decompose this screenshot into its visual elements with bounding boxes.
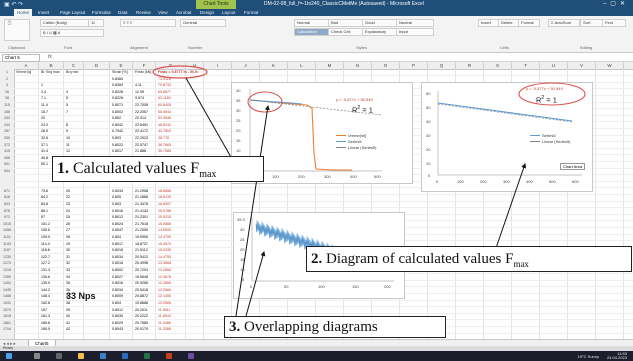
window-title: DM-02-08_full_f=-1to240_ClassicCMetMe (A…: [264, 1, 424, 7]
title-bar: ▣ ↶ ↷ Chart Tools DM-02-08_full_f=-1to24…: [0, 0, 633, 9]
tab-acrobat[interactable]: Acrobat: [176, 9, 192, 16]
cells-delete-button[interactable]: Delete: [498, 19, 520, 27]
style-bad[interactable]: Bad: [328, 19, 366, 27]
style-good[interactable]: Good: [362, 19, 400, 27]
tab-page-layout[interactable]: Page Layout: [60, 9, 85, 16]
search-icon[interactable]: [34, 353, 40, 359]
tab-review[interactable]: Review: [136, 9, 151, 16]
font-format-buttons[interactable]: B I U ▦ A: [40, 29, 104, 37]
tab-formulas[interactable]: Formulas: [92, 9, 111, 16]
cells-format-button[interactable]: Format: [518, 19, 540, 27]
status-text: Ready: [3, 346, 14, 350]
tab-view[interactable]: View: [158, 9, 168, 16]
file-explorer-icon[interactable]: [78, 353, 84, 359]
name-box[interactable]: Chart 5: [2, 54, 40, 62]
chart-tools-label: Chart Tools: [196, 0, 236, 9]
style-explanatory[interactable]: Explanatory: [362, 28, 400, 36]
tab-insert[interactable]: Insert: [38, 9, 49, 16]
tab-layout[interactable]: Layout: [222, 9, 236, 16]
powerpoint-icon[interactable]: [166, 353, 172, 359]
taskbar: 19°C Sunny 11:53 24.04.2023: [0, 351, 633, 361]
annotation-arrows: [185, 77, 527, 317]
callout-calculated-values: 1. Calculated values Fmax: [52, 156, 264, 182]
ribbon: 📋 Calibri (Body) 11 B I U ▦ A ≡ ≡ ≡ Gene…: [0, 16, 633, 53]
callout-overlapping: 3. Overlapping diagrams: [224, 316, 446, 338]
cells-insert-button[interactable]: Insert: [478, 19, 500, 27]
group-font: Font: [64, 45, 73, 50]
group-styles: Styles: [356, 45, 367, 50]
clock[interactable]: 11:53 24.04.2023: [607, 352, 627, 360]
app-icon[interactable]: [188, 353, 194, 359]
font-name-select[interactable]: Calibri (Body): [40, 19, 90, 27]
group-editing: Editing: [580, 45, 593, 50]
group-clipboard: Clipboard: [8, 45, 26, 50]
paste-button[interactable]: 📋: [4, 19, 30, 41]
style-normal[interactable]: Normal: [294, 19, 332, 27]
number-format-select[interactable]: General: [180, 19, 226, 27]
style-check-cell[interactable]: Check Cell: [328, 28, 366, 36]
weather-info[interactable]: 19°C Sunny: [578, 354, 599, 359]
tab-design[interactable]: Design: [200, 9, 214, 16]
callout-diagram-calculated: 2. Diagram of calculated values Fmax: [306, 246, 632, 272]
excel-icon[interactable]: [144, 353, 150, 359]
style-input[interactable]: Input: [396, 28, 434, 36]
paste-icon: 📋: [7, 20, 12, 25]
tab-home[interactable]: Home: [14, 9, 33, 16]
tab-data[interactable]: Data: [118, 9, 128, 16]
fx-label[interactable]: fx: [48, 54, 52, 60]
window-controls[interactable]: –▢✕: [603, 0, 629, 7]
quick-access-icons[interactable]: ▣ ↶ ↷: [4, 1, 23, 8]
group-number: Number: [188, 45, 203, 50]
tab-format[interactable]: Format: [244, 9, 258, 16]
alignment-buttons[interactable]: ≡ ≡ ≡: [120, 19, 176, 27]
word-icon[interactable]: [122, 353, 128, 359]
find-select-button[interactable]: Find: [602, 19, 626, 27]
worksheet[interactable]: ABCDEFGHIJKLMNOPQRSTUVW 1 2 3 16 38 115 156 203…: [0, 62, 633, 339]
formula-bar: Chart 5 fx: [0, 53, 633, 62]
windows-start-icon[interactable]: [6, 353, 12, 359]
ribbon-tabs: Home Insert Page Layout Formulas Data Re…: [0, 9, 633, 16]
font-size-select[interactable]: 11: [88, 19, 104, 27]
group-alignment: Alignment: [130, 45, 148, 50]
sort-filter-button[interactable]: Sort: [580, 19, 604, 27]
autosum-button[interactable]: Σ AutoSum: [548, 19, 580, 27]
task-view-icon[interactable]: [56, 353, 62, 359]
browser-icon[interactable]: [100, 353, 106, 359]
style-calculation[interactable]: Calculation: [294, 28, 332, 36]
style-neutral[interactable]: Neutral: [396, 19, 434, 27]
group-cells: Cells: [500, 45, 509, 50]
